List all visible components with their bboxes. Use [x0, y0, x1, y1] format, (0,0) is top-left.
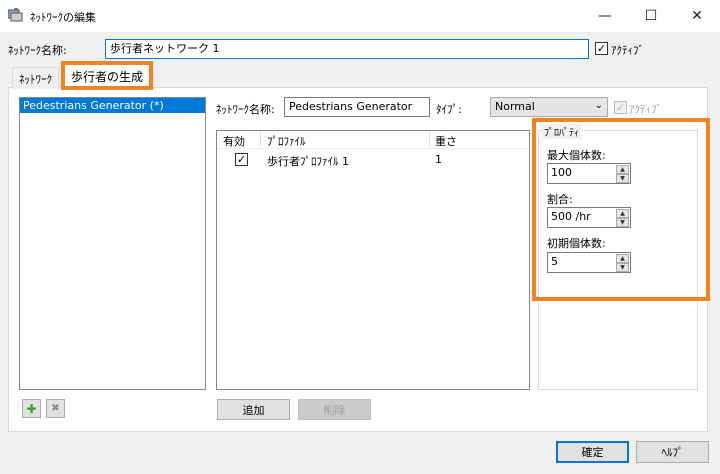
- close-icon: ✕: [691, 8, 703, 24]
- ok-button[interactable]: 確定: [556, 441, 629, 463]
- generator-name-input[interactable]: Pedestrians Generator: [284, 97, 430, 117]
- grid-header: 有効 ﾌﾟﾛﾌｧｲﾙ 重さ: [217, 131, 529, 148]
- add-profile-button[interactable]: 追加: [217, 399, 290, 420]
- network-app-icon: [7, 8, 24, 22]
- generator-list[interactable]: Pedestrians Generator (*): [19, 97, 206, 390]
- tab-network[interactable]: ﾈｯﾄﾜｰｸ: [12, 67, 59, 89]
- network-name-label: ﾈｯﾄﾜｰｸ名称:: [8, 44, 67, 57]
- delete-generator-button[interactable]: ✖: [46, 399, 65, 418]
- column-divider: [429, 131, 430, 147]
- network-name-input[interactable]: 歩行者ネットワーク 1: [105, 39, 589, 59]
- generator-name-label: ﾈｯﾄﾜｰｸ名称:: [216, 103, 275, 116]
- column-header-enabled: 有効: [223, 135, 245, 148]
- column-divider: [260, 131, 261, 147]
- network-active-label: ｱｸﾃｨﾌﾞ: [611, 44, 644, 57]
- column-header-profile: ﾌﾟﾛﾌｧｲﾙ: [267, 135, 306, 148]
- column-header-weight: 重さ: [435, 135, 457, 148]
- delete-icon: ✖: [51, 403, 60, 414]
- type-label: ﾀｲﾌﾟ:: [436, 103, 462, 116]
- row-enabled-checkbox[interactable]: ✓: [235, 153, 248, 166]
- type-select[interactable]: Normal ⌄: [490, 97, 608, 117]
- network-active-checkbox[interactable]: ✓: [595, 42, 608, 55]
- minimize-button[interactable]: —: [582, 0, 628, 32]
- table-row[interactable]: ✓ 歩行者ﾌﾟﾛﾌｧｲﾙ 1 1: [217, 148, 529, 169]
- minimize-icon: —: [598, 8, 612, 24]
- close-button[interactable]: ✕: [674, 0, 720, 32]
- maximize-icon: ☐: [644, 8, 658, 24]
- delete-profile-button[interactable]: 削除: [298, 399, 371, 420]
- help-button[interactable]: ﾍﾙﾌﾟ: [636, 441, 709, 463]
- list-item[interactable]: Pedestrians Generator (*): [20, 98, 205, 113]
- profile-grid: 有効 ﾌﾟﾛﾌｧｲﾙ 重さ ✓ 歩行者ﾌﾟﾛﾌｧｲﾙ 1 1: [216, 130, 530, 390]
- properties-highlight-box: [532, 118, 710, 301]
- tab-highlight-box: [61, 61, 153, 90]
- generator-active-checkbox[interactable]: ✓: [614, 101, 627, 114]
- plus-icon: ✚: [26, 401, 37, 416]
- chevron-down-icon: ⌄: [594, 100, 603, 111]
- row-profile-name: 歩行者ﾌﾟﾛﾌｧｲﾙ 1: [267, 155, 349, 168]
- type-value: Normal: [495, 100, 535, 113]
- maximize-button[interactable]: ☐: [628, 0, 674, 32]
- window-title: ﾈｯﾄﾜｰｸの編集: [30, 11, 96, 24]
- add-generator-button[interactable]: ✚: [22, 399, 41, 418]
- generator-active-label: ｱｸﾃｨﾌﾞ: [629, 103, 662, 116]
- row-weight: 1: [435, 153, 442, 166]
